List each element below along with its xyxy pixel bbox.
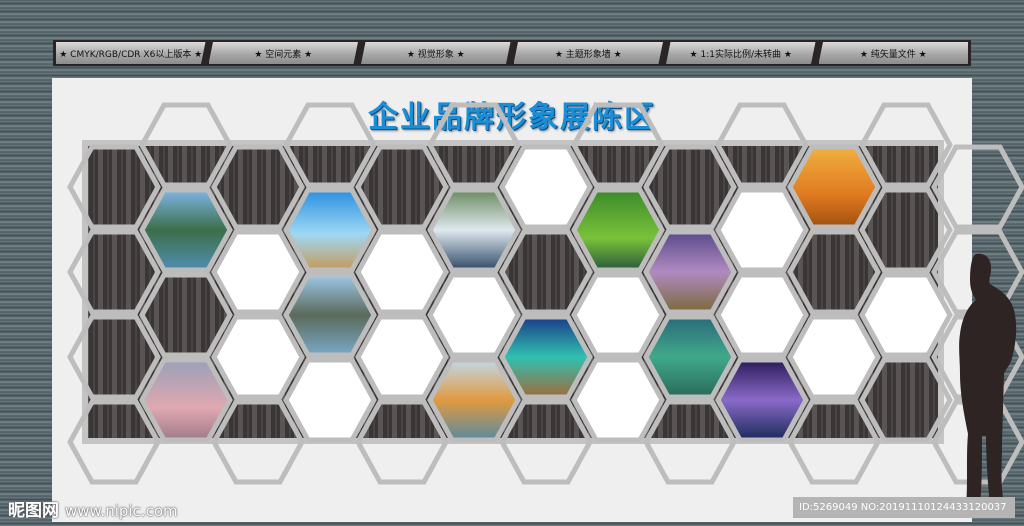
blank-hex-panel xyxy=(211,229,305,315)
watermark-logo: 昵图网 xyxy=(8,501,59,521)
blank-hex-panel xyxy=(355,229,449,315)
photo-hex-panel xyxy=(715,357,809,443)
person-silhouette xyxy=(959,253,1017,506)
blank-hex-panel xyxy=(211,314,305,400)
photo-hex-panel xyxy=(643,229,737,315)
blank-hex-panel xyxy=(787,314,881,400)
photo-hex-panel xyxy=(283,187,377,273)
photo-hex-panel xyxy=(139,357,233,443)
image-id-label: ID:5269049 NO:20191110124433120037 xyxy=(793,497,1015,518)
photo-hex-panel xyxy=(787,144,881,230)
blank-hex-panel xyxy=(499,144,593,230)
watermark: 昵图网 www.nipic.com xyxy=(8,496,178,521)
hex-wall xyxy=(67,102,1024,485)
blank-hex-panel xyxy=(715,272,809,358)
blank-hex-panel xyxy=(571,357,665,443)
blank-hex-panel xyxy=(715,187,809,273)
photo-hex-panel xyxy=(571,187,665,273)
photo-hex-panel xyxy=(139,187,233,273)
photo-hex-panel xyxy=(427,357,521,443)
watermark-url: www.nipic.com xyxy=(65,502,178,520)
blank-hex-panel xyxy=(355,314,449,400)
blank-hex-panel xyxy=(427,272,521,358)
blank-hex-panel xyxy=(571,272,665,358)
hex-frame xyxy=(931,144,1024,230)
photo-hex-panel xyxy=(499,314,593,400)
blank-hex-panel xyxy=(283,357,377,443)
photo-hex-panel xyxy=(427,187,521,273)
photo-hex-panel xyxy=(283,272,377,358)
blank-hex-panel xyxy=(859,272,953,358)
photo-hex-panel xyxy=(643,314,737,400)
